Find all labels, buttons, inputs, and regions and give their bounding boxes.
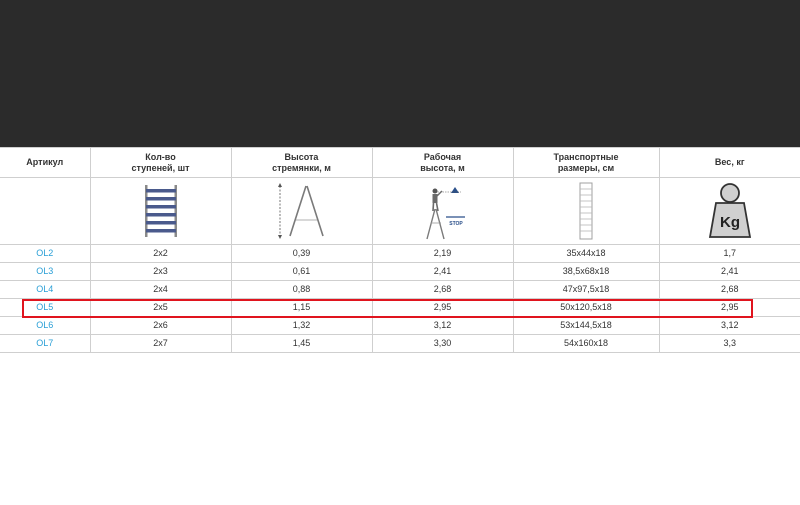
icon-cell-transport: [512, 177, 660, 245]
cell-ladder-height: 0,88: [230, 280, 373, 299]
icon-cell-weight: Kg: [658, 177, 800, 245]
cell-steps: 2x7: [89, 334, 232, 353]
header-working-height: Рабочая высота, м: [371, 147, 514, 178]
icon-row: STOP Kg: [0, 177, 800, 245]
cell-working-height: 3,12: [371, 316, 514, 335]
cell-transport-size: 35x44x18: [512, 244, 660, 263]
cell-ladder-height: 1,32: [230, 316, 373, 335]
cell-weight: 2,68: [658, 280, 800, 299]
cell-transport-size: 54x160x18: [512, 334, 660, 353]
cell-steps: 2x4: [89, 280, 232, 299]
cell-working-height: 2,68: [371, 280, 514, 299]
cell-steps: 2x3: [89, 262, 232, 281]
icon-cell-working-height: STOP: [371, 177, 514, 245]
cell-working-height: 2,95: [371, 298, 514, 317]
cell-steps: 2x5: [89, 298, 232, 317]
cell-ladder-height: 1,15: [230, 298, 373, 317]
table-row: OL7 2x7 1,45 3,30 54x160x18 3,3: [0, 334, 800, 353]
cell-ladder-height: 0,39: [230, 244, 373, 263]
cell-article[interactable]: OL4: [0, 280, 91, 299]
stop-label: STOP: [449, 221, 463, 227]
cell-transport-size: 50x120,5x18: [512, 298, 660, 317]
cell-article[interactable]: OL2: [0, 244, 91, 263]
icon-cell-height: [230, 177, 373, 245]
cell-ladder-height: 0,61: [230, 262, 373, 281]
weight-kg-icon: Kg: [708, 183, 751, 238]
header-ladder-height: Высота стремянки, м: [230, 147, 373, 178]
table-row: OL3 2x3 0,61 2,41 38,5x68x18 2,41: [0, 262, 800, 281]
worker-on-ladder-icon: STOP: [425, 187, 465, 240]
header-weight: Вес, кг: [658, 147, 800, 178]
header-steps: Кол-во ступеней, шт: [89, 147, 232, 178]
table-row: OL4 2x4 0,88 2,68 47x97,5x18 2,68: [0, 280, 800, 299]
kg-label: Kg: [720, 214, 740, 231]
folded-ladder-icon: [579, 182, 593, 240]
cell-weight: 3,3: [658, 334, 800, 353]
icon-cell-empty: [0, 177, 91, 245]
cell-transport-size: 47x97,5x18: [512, 280, 660, 299]
ladder-steps-icon: [144, 185, 177, 237]
cell-steps: 2x2: [89, 244, 232, 263]
cell-working-height: 3,30: [371, 334, 514, 353]
cell-ladder-height: 1,45: [230, 334, 373, 353]
cell-weight: 1,7: [658, 244, 800, 263]
icon-cell-steps: [89, 177, 232, 245]
cell-article[interactable]: OL7: [0, 334, 91, 353]
header-article: Артикул: [0, 147, 91, 178]
ladder-spec-table: Артикул Кол-во ступеней, шт Высота стремян…: [0, 147, 800, 353]
cell-weight: 2,95: [658, 298, 800, 317]
header-transport-size: Транспортные размеры, см: [512, 147, 660, 178]
table-row: OL6 2x6 1,32 3,12 53x144,5x18 3,12: [0, 316, 800, 335]
cell-transport-size: 53x144,5x18: [512, 316, 660, 335]
table-row: OL2 2x2 0,39 2,19 35x44x18 1,7: [0, 244, 800, 263]
cell-article[interactable]: OL3: [0, 262, 91, 281]
cell-working-height: 2,41: [371, 262, 514, 281]
cell-working-height: 2,19: [371, 244, 514, 263]
cell-article[interactable]: OL5: [0, 298, 91, 317]
cell-weight: 3,12: [658, 316, 800, 335]
stepladder-height-icon: [277, 183, 324, 239]
dark-header-band: [0, 0, 800, 147]
cell-article[interactable]: OL6: [0, 316, 91, 335]
cell-steps: 2x6: [89, 316, 232, 335]
cell-transport-size: 38,5x68x18: [512, 262, 660, 281]
cell-weight: 2,41: [658, 262, 800, 281]
table-row: OL5 2x5 1,15 2,95 50x120,5x18 2,95: [0, 298, 800, 317]
table-header-row: Артикул Кол-во ступеней, шт Высота стремян…: [0, 147, 800, 178]
